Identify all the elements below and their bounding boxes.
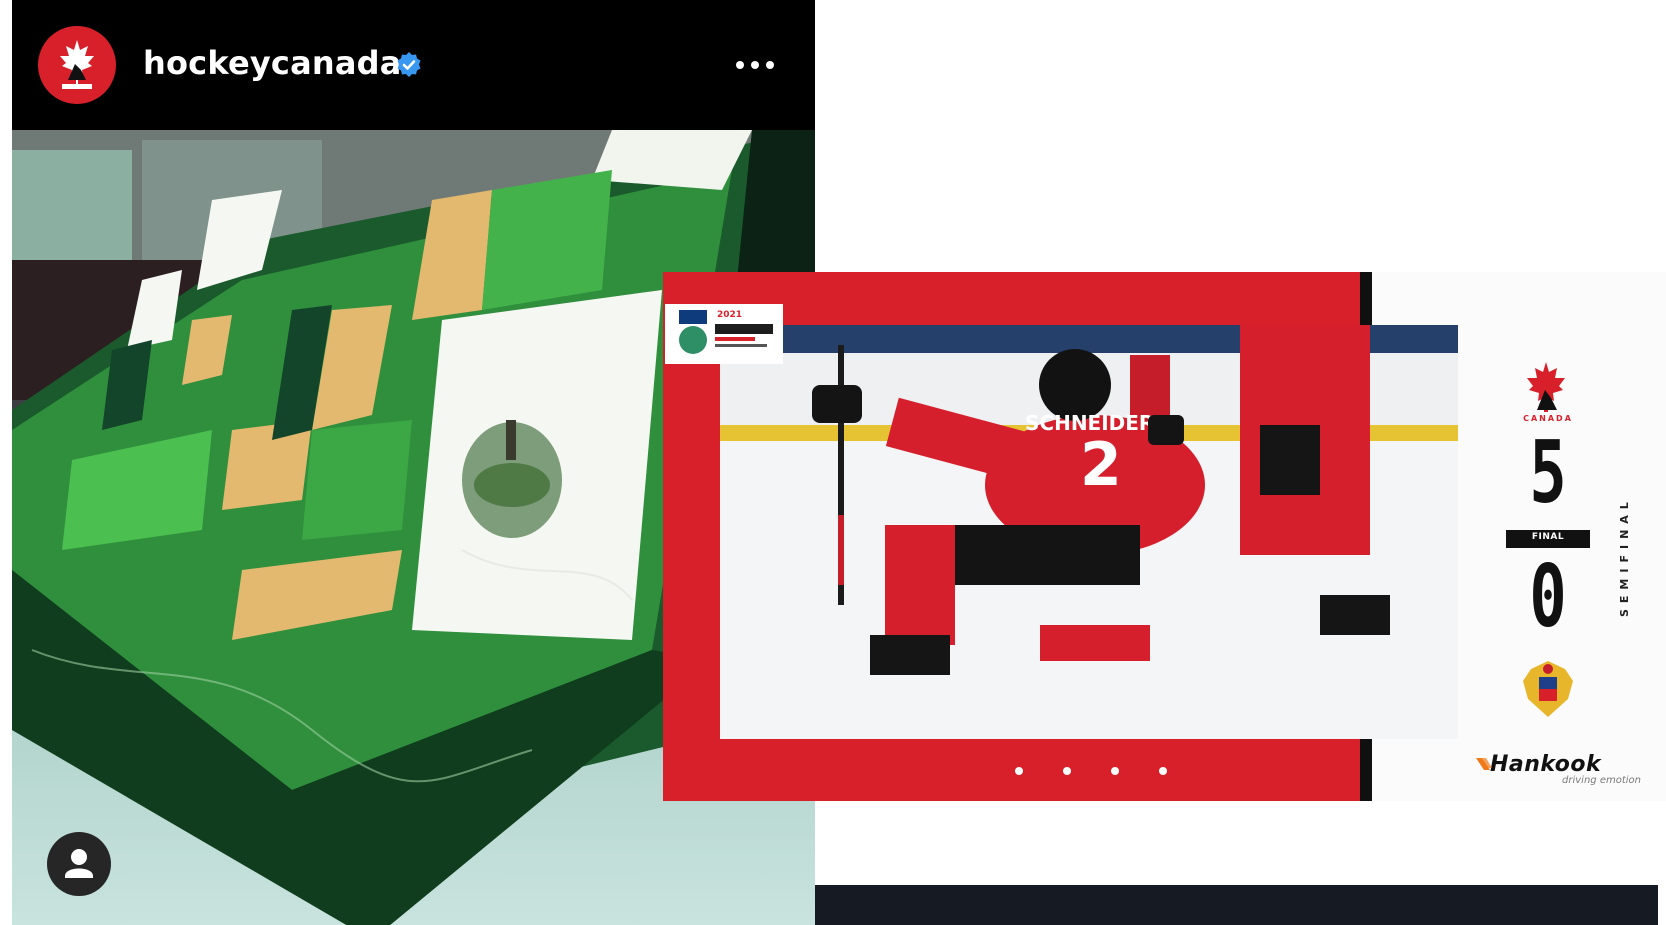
home-team-word: CANADA <box>1523 414 1573 423</box>
carousel-dot[interactable] <box>1015 767 1023 775</box>
more-options-button[interactable] <box>732 50 778 80</box>
event-badge: 2021 <box>665 304 783 364</box>
profile-avatar[interactable] <box>38 26 116 104</box>
round-label: SEMIFINAL <box>1618 496 1631 618</box>
hockey-canada-logo-icon <box>1527 362 1565 412</box>
russia-hockey-logo-icon <box>1523 661 1573 717</box>
hankook-mark-icon <box>1476 758 1492 770</box>
away-score: 0 <box>1529 547 1567 647</box>
home-score: 5 <box>1529 423 1567 523</box>
post-header: hockeycanada <box>12 0 815 130</box>
sponsor-name: Hankook <box>1490 752 1602 777</box>
carousel-dot[interactable] <box>1111 767 1119 775</box>
dark-footer-panel <box>815 885 1658 925</box>
carousel-dot[interactable] <box>1159 767 1167 775</box>
more-horizontal-icon <box>736 61 744 69</box>
game-result-card: 2 SCHNEIDER 2021 CANADA 5 FINAL 0 SEMIFI… <box>663 272 1666 801</box>
svg-text:2: 2 <box>1080 430 1122 500</box>
carousel-dots <box>1015 767 1215 777</box>
game-action-photo: 2 SCHNEIDER <box>720 325 1458 739</box>
game-status: FINAL <box>1531 532 1565 542</box>
event-year: 2021 <box>717 310 743 320</box>
user-tag-button[interactable] <box>47 832 111 896</box>
post-username[interactable]: hockeycanada <box>143 44 402 82</box>
verified-badge-icon <box>397 52 421 77</box>
svg-text:SCHNEIDER: SCHNEIDER <box>1025 411 1154 435</box>
hockey-canada-logo-icon <box>43 31 111 99</box>
hockey-player-photo: 2 SCHNEIDER <box>720 325 1458 739</box>
person-icon <box>65 849 93 878</box>
carousel-dot[interactable] <box>1063 767 1071 775</box>
sponsor-logo: Hankook driving emotion <box>1476 752 1643 786</box>
